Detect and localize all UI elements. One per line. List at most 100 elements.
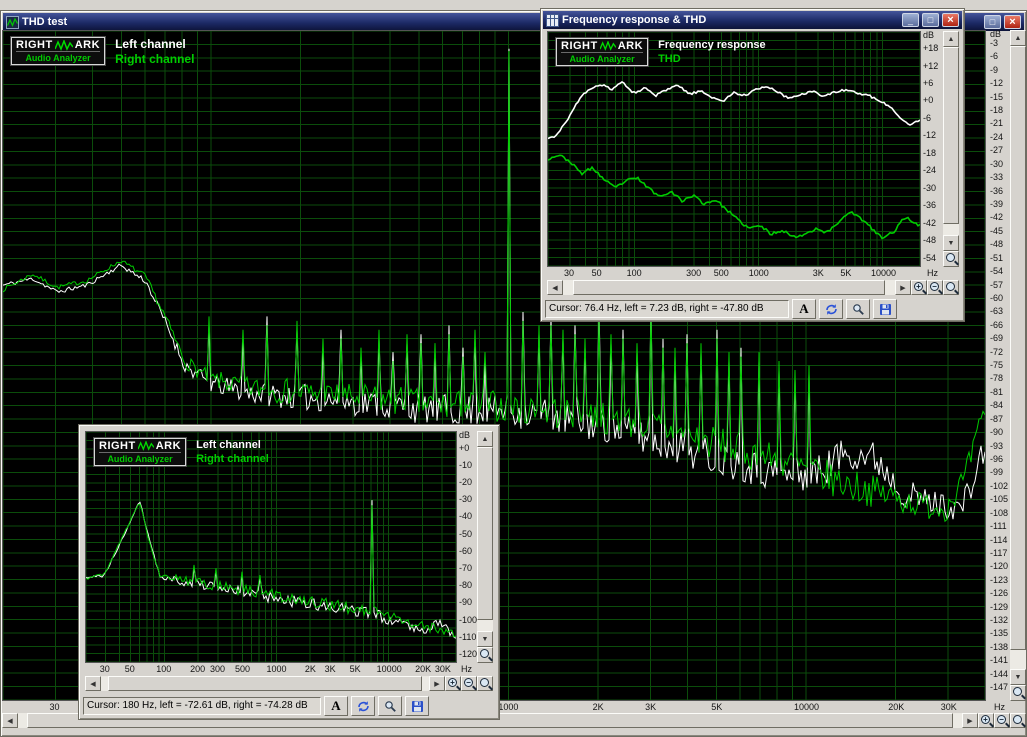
y-axis-spectrum: dB +0 -10 -20 -30 -40 -50 -60 -70 -80 -90 -100 -110 -…	[457, 431, 477, 663]
zoom-button[interactable]	[477, 647, 493, 663]
zoom-out-button[interactable]: −	[927, 280, 943, 295]
y-axis-tick: -21	[990, 118, 1004, 129]
y-axis-tick: -110	[459, 631, 477, 642]
logo-text-ark: ARK	[74, 39, 101, 51]
scroll-track[interactable]	[101, 676, 429, 691]
x-axis-tick: 3K	[645, 702, 657, 712]
scroll-up-button[interactable]: ▲	[943, 31, 959, 47]
scroll-right-button[interactable]: ▶	[429, 676, 445, 691]
scroll-thumb[interactable]	[1010, 46, 1026, 651]
zoom-button[interactable]	[477, 676, 493, 691]
scroll-down-button[interactable]: ▼	[477, 631, 493, 647]
grid-lines	[86, 432, 456, 662]
vertical-scrollbar-main[interactable]: ▲ ▼	[1010, 30, 1026, 701]
scroll-thumb[interactable]	[572, 280, 886, 295]
scroll-track[interactable]	[943, 47, 959, 235]
zoom-in-button[interactable]: +	[911, 280, 927, 295]
spectrum-plot[interactable]: RIGHT ARK Audio Analyzer Left channel Ri…	[85, 431, 457, 663]
scroll-down-button[interactable]: ▼	[943, 235, 959, 251]
y-axis-tick: -123	[990, 574, 1009, 585]
x-axis-tick: 3K	[812, 268, 824, 278]
y-axis-tick: -87	[990, 413, 1004, 424]
zoom-button[interactable]	[943, 251, 959, 267]
y-axis-tick: -36	[923, 200, 937, 211]
zoom-button[interactable]	[943, 280, 959, 295]
zoom-button[interactable]	[1010, 685, 1026, 701]
scroll-thumb[interactable]	[477, 447, 493, 620]
y-axis-tick: +6	[923, 77, 934, 88]
x-axis-tick: 100	[626, 268, 642, 278]
y-axis-tick: -69	[990, 333, 1004, 344]
zoom-button[interactable]	[1010, 713, 1026, 728]
scroll-track[interactable]	[477, 447, 493, 631]
font-button[interactable]: A	[324, 696, 348, 716]
y-axis-tick: -90	[459, 597, 473, 608]
scroll-left-button[interactable]: ◀	[547, 280, 563, 295]
status-bar: Cursor: 76.4 Hz, left = 7.23 dB, right =…	[545, 298, 962, 320]
close-button[interactable]: ×	[942, 13, 959, 27]
x-axis-tick: 5K	[349, 664, 361, 674]
y-axis-tick: -63	[990, 306, 1004, 317]
vertical-scrollbar-frequency-response[interactable]: ▲ ▼	[943, 31, 959, 267]
scroll-thumb[interactable]	[943, 47, 959, 224]
y-axis-tick: -27	[990, 145, 1004, 156]
frequency-response-plot[interactable]: RIGHT ARK Audio Analyzer Frequency respo…	[547, 31, 921, 267]
y-axis-main: dB -3 -6 -9 -12 -15 -18 -21 -24 -27 -30 -33 -36 -39 -4…	[988, 30, 1010, 701]
y-axis-tick: -117	[990, 547, 1008, 558]
vertical-scrollbar-spectrum[interactable]: ▲ ▼	[477, 431, 493, 663]
scroll-left-button[interactable]: ◀	[2, 713, 18, 728]
scroll-thumb[interactable]	[107, 676, 423, 691]
x-axis-tick: 500	[234, 664, 251, 674]
close-button[interactable]: ×	[1004, 15, 1021, 29]
y-axis-tick: -18	[990, 105, 1004, 115]
scroll-up-button[interactable]: ▲	[1010, 30, 1026, 46]
y-axis-tick: -30	[459, 494, 473, 505]
y-axis-tick: -57	[990, 279, 1004, 290]
scroll-track[interactable]	[1010, 46, 1026, 669]
zoom-in-button[interactable]: +	[978, 713, 994, 728]
maximize-button[interactable]: □	[922, 13, 939, 27]
save-button[interactable]	[873, 299, 897, 319]
scroll-up-button[interactable]: ▲	[477, 431, 493, 447]
chart-canvas	[86, 432, 456, 662]
scroll-down-button[interactable]: ▼	[1010, 669, 1026, 685]
scroll-right-button[interactable]: ▶	[962, 713, 978, 728]
save-button[interactable]	[405, 696, 429, 716]
zoom-out-button[interactable]: −	[994, 713, 1010, 728]
x-axis-tick: 30K	[940, 702, 957, 712]
zoom-dialog-button[interactable]	[846, 299, 870, 319]
refresh-button[interactable]	[351, 696, 375, 716]
y-axis-tick: -60	[990, 292, 1004, 303]
app-icon	[6, 15, 19, 29]
scroll-right-button[interactable]: ▶	[895, 280, 911, 295]
y-axis-tick: -99	[990, 467, 1004, 478]
scroll-left-button[interactable]: ◀	[85, 676, 101, 691]
titlebar-frequency-response[interactable]: Frequency response & THD _ □ ×	[543, 11, 962, 29]
y-axis-tick: +18	[923, 43, 939, 53]
legend-frequency-response: Frequency response	[658, 39, 766, 51]
y-axis-tick: -39	[990, 199, 1004, 209]
y-axis-tick: -81	[990, 386, 1004, 397]
x-axis-unit: Hz	[994, 702, 1005, 712]
maximize-button[interactable]: □	[984, 15, 1001, 29]
legend-right-channel: Right channel	[196, 453, 269, 465]
font-icon: A	[331, 698, 341, 713]
x-axis-tick: 3K	[324, 664, 336, 674]
x-axis-tick: 10000	[870, 268, 897, 278]
logo-waveform-icon	[54, 39, 73, 51]
horizontal-scrollbar-frequency-response[interactable]: ◀ ▶ + −	[547, 280, 959, 295]
x-axis-tick: 300	[209, 664, 226, 674]
zoom-dialog-button[interactable]	[378, 696, 402, 716]
y-axis-tick: -6	[990, 51, 999, 62]
horizontal-scrollbar-spectrum[interactable]: ◀ ▶ + −	[85, 676, 493, 691]
x-axis-tick: 300	[686, 268, 702, 278]
zoom-in-button[interactable]: +	[445, 676, 461, 691]
scroll-track[interactable]	[563, 280, 895, 295]
y-axis-tick: -60	[459, 545, 473, 556]
window-title: Frequency response & THD	[562, 14, 707, 26]
minimize-button[interactable]: _	[902, 13, 919, 27]
font-button[interactable]: A	[792, 299, 816, 319]
zoom-out-button[interactable]: −	[461, 676, 477, 691]
floppy-icon	[411, 700, 423, 712]
refresh-button[interactable]	[819, 299, 843, 319]
